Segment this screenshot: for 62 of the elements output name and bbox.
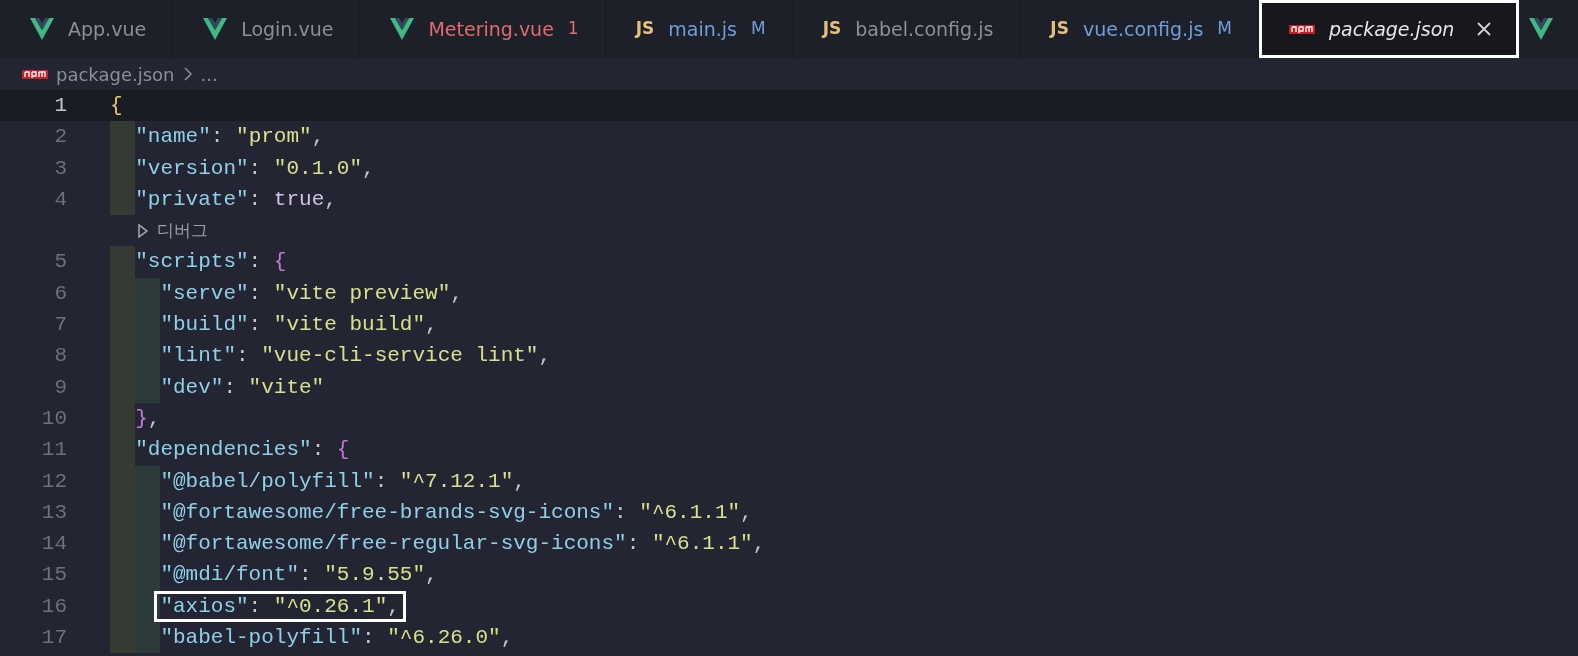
v-logo-icon [1529,18,1554,40]
code-line: "@mdi/font": "5.9.55", [159,562,439,589]
close-icon[interactable] [1476,21,1493,37]
js-file-icon: JS [822,16,842,42]
js-file-icon: JS [635,16,655,42]
line-number: 13 [40,499,68,526]
editor-tab[interactable] [1519,0,1578,58]
line-number: 16 [40,593,68,620]
editor-tab[interactable]: JS babel.config.js [792,0,1021,58]
code-line: }, [134,405,162,432]
line-number: 1 [53,93,68,119]
editor-tab[interactable]: JS main.js M [605,0,793,58]
editor-tab[interactable]: Metering.vue 1 [360,0,606,58]
v-logo-icon [30,18,54,40]
js-file-icon: JS [1050,16,1069,42]
chevron-icon [182,66,193,82]
line-number: 15 [40,562,68,589]
code-line: "name": "prom", [134,124,326,151]
code-line: "axios": "^0.26.1", [154,590,406,623]
code-line: "babel-polyfill": "^6.26.0", [159,625,515,652]
play-icon [137,222,149,239]
breadcrumb-item[interactable]: package.json [56,60,175,88]
editor-tab[interactable]: Login.vue [173,0,361,58]
code-line: "version": "0.1.0", [134,155,376,182]
status-label: M [1217,17,1232,41]
line-number: 7 [53,312,68,339]
code-line: "lint": "vue-cli-service lint", [159,343,553,370]
code-line: "scripts": { [134,249,288,276]
status-label: M [750,17,766,41]
line-number: 6 [53,280,68,307]
line-number: 17 [40,625,68,652]
code-line: "@babel/polyfill": "^7.12.1", [159,468,527,495]
code-line: "@fortawesome/free-regular-svg-icons": "^6.1.1", [159,531,767,558]
code-line: "private": true, [134,186,338,213]
indent-guide [110,121,136,153]
code-line: "dependencies": { [134,437,351,464]
line-number: 9 [53,374,68,401]
status-label: 1 [567,17,579,41]
code-line: "dev": "vite" [159,374,326,401]
line-number: 10 [40,405,68,432]
code-line: "build": "vite build", [159,312,439,339]
editor-tab[interactable]: package.json [1259,0,1520,58]
breadcrumb-item[interactable]: ... [200,60,218,88]
editor-tab[interactable]: JS vue.config.js M [1020,0,1259,58]
code-line: { [109,93,124,119]
line-number: 2 [53,124,68,151]
code-line: "@fortawesome/free-brands-svg-icons": "^6.1.1", [159,499,754,526]
file-type-icon [22,69,48,79]
line-number: 4 [53,186,68,213]
indent-guide [135,622,161,654]
code-line: "serve": "vite preview", [159,280,464,307]
v-logo-icon [390,18,415,40]
v-logo-icon [203,18,228,40]
line-number: 11 [40,437,68,464]
line-number: 8 [53,343,68,370]
editor-tab[interactable]: App.vue [0,0,174,58]
line-number: 3 [53,155,68,182]
line-number: 12 [40,468,68,495]
line-number: 5 [53,249,68,276]
file-type-icon [1289,24,1315,34]
line-number: 14 [40,531,68,558]
debug-link[interactable]: 디버그 [157,215,208,247]
